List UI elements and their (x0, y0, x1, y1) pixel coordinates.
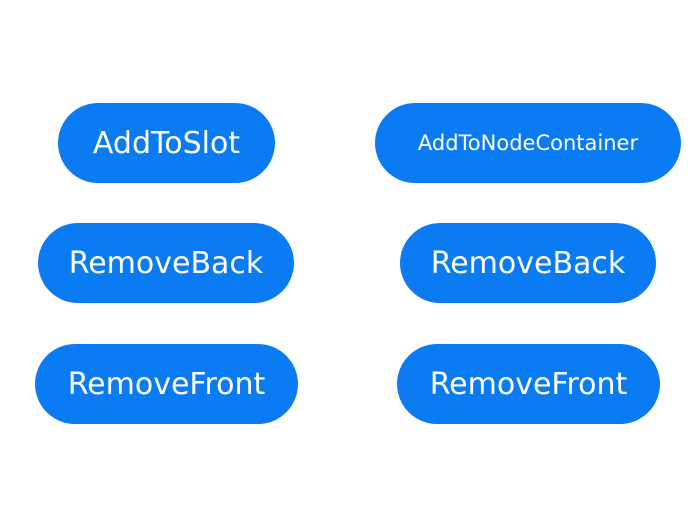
remove-front-button-right[interactable]: RemoveFront (397, 344, 660, 424)
remove-front-button-left[interactable]: RemoveFront (35, 344, 298, 424)
remove-back-button-left[interactable]: RemoveBack (38, 223, 294, 303)
add-to-slot-button[interactable]: AddToSlot (58, 103, 275, 183)
add-to-node-container-button[interactable]: AddToNodeContainer (375, 103, 681, 183)
app-canvas: AddToSlot AddToNodeContainer RemoveBack … (0, 0, 699, 518)
remove-back-button-right[interactable]: RemoveBack (400, 223, 656, 303)
